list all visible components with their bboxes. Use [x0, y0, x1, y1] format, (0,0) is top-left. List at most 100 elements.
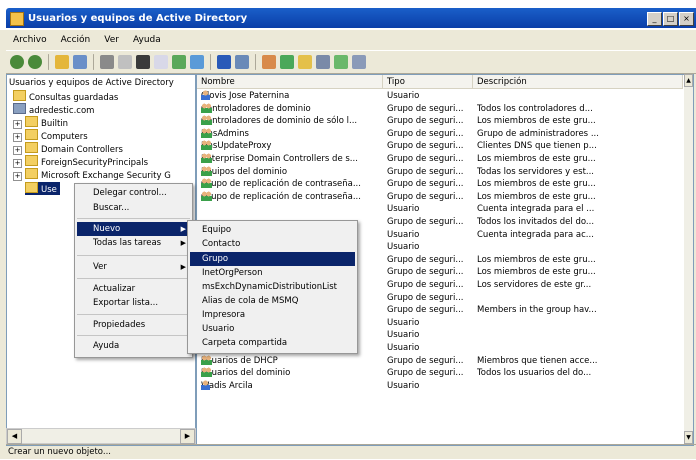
filter-icon[interactable]: [316, 55, 330, 69]
group-icon: [201, 115, 212, 126]
toolbar-separator: [48, 54, 49, 70]
close-icon[interactable]: ×: [679, 12, 694, 26]
submenu-item-shared-folder[interactable]: Carpeta compartida: [202, 336, 287, 350]
list-vertical-scrollbar[interactable]: ▲ ▼: [684, 74, 693, 444]
scroll-up-icon[interactable]: ▲: [684, 74, 693, 87]
tree-item-foreign-security[interactable]: + ForeignSecurityPrincipals: [13, 155, 148, 168]
menu-item-find[interactable]: Buscar...: [93, 201, 129, 215]
table-row[interactable]: Clovis Jose Paternina Usuario: [197, 90, 681, 103]
tree-item-builtin[interactable]: + Builtin: [13, 116, 68, 129]
minimize-icon[interactable]: _: [647, 12, 662, 26]
cell-name: DnsUpdateProxy: [201, 140, 381, 153]
tree-item-domain-controllers[interactable]: + Domain Controllers: [13, 142, 123, 155]
menu-separator: [77, 335, 190, 336]
table-row[interactable]: Usuario Cuenta integrada para el ...: [197, 203, 681, 216]
new-group-icon[interactable]: [280, 55, 294, 69]
tree-item-domain[interactable]: adredestic.com: [13, 103, 94, 116]
menu-item-help[interactable]: Ayuda: [93, 339, 119, 353]
column-header-name[interactable]: Nombre: [197, 75, 383, 89]
column-header-description[interactable]: Descripción: [473, 75, 683, 89]
table-row[interactable]: Usuarios del dominio Grupo de seguri... To…: [197, 367, 681, 380]
menu-item-new[interactable]: Nuevo ▶: [77, 222, 190, 236]
new-ou-icon[interactable]: [298, 55, 312, 69]
menu-ayuda[interactable]: Ayuda: [126, 32, 168, 48]
table-row[interactable]: Grupo de replicación de contraseña... Gru…: [197, 178, 681, 191]
table-row[interactable]: Enterprise Domain Controllers de s... Gru…: [197, 153, 681, 166]
forward-icon[interactable]: [28, 55, 42, 69]
menu-item-properties[interactable]: Propiedades: [93, 318, 145, 332]
tree-horizontal-scrollbar[interactable]: ◀ ▶: [6, 428, 196, 444]
submenu-item-dynamic-distribution-list[interactable]: msExchDynamicDistributionList: [202, 280, 337, 294]
scroll-right-icon[interactable]: ▶: [180, 429, 195, 444]
tree-item-users[interactable]: Use: [25, 182, 60, 195]
cell-type: Grupo de seguri...: [387, 292, 464, 303]
cell-description: Los miembros de este gru...: [477, 191, 596, 202]
expand-icon[interactable]: +: [13, 120, 22, 129]
console-icon[interactable]: [235, 55, 249, 69]
table-row[interactable]: DnsUpdateProxy Grupo de seguri... Clientes…: [197, 140, 681, 153]
cell-type: Grupo de seguri...: [387, 191, 464, 202]
table-row[interactable]: Usuarios de DHCP Grupo de seguri... Miembr…: [197, 354, 681, 368]
submenu-item-user[interactable]: Usuario: [202, 322, 234, 336]
table-row[interactable]: Grupo de replicación de contraseña... Gru…: [197, 190, 681, 204]
group-icon: [201, 153, 212, 163]
tree-item-saved-queries[interactable]: Consultas guardadas: [13, 90, 118, 103]
cell-description: Los miembros de este gru...: [477, 154, 596, 164]
properties-icon[interactable]: [154, 55, 168, 69]
back-icon[interactable]: [10, 55, 24, 69]
expand-icon[interactable]: +: [13, 172, 22, 181]
cell-description: Members in the group hav...: [477, 305, 597, 316]
cell-description: Miembros que tienen acce...: [477, 355, 598, 366]
table-row[interactable]: Controladores de dominio de sólo l... Gru…: [197, 115, 681, 128]
scroll-down-icon[interactable]: ▼: [684, 431, 693, 444]
find-icon[interactable]: [352, 55, 366, 69]
status-bar: Crear un nuevo objeto...: [6, 444, 696, 460]
tree-root[interactable]: Usuarios y equipos de Active Directory: [9, 77, 174, 90]
submenu-item-msmq-alias[interactable]: Alias de cola de MSMQ: [202, 294, 298, 308]
submenu-item-printer[interactable]: Impresora: [202, 308, 245, 322]
submenu-item-computer[interactable]: Equipo: [202, 223, 231, 237]
expand-icon[interactable]: +: [13, 146, 22, 155]
export-icon[interactable]: [190, 55, 204, 69]
cell-description: Los miembros de este gru...: [477, 254, 596, 265]
table-row[interactable]: Equipos del dominio Grupo de seguri... Tod…: [197, 165, 681, 179]
expand-icon[interactable]: +: [13, 159, 22, 168]
menu-item-view[interactable]: Ver ▶: [77, 260, 190, 274]
cell-description: Todos los controladores d...: [477, 103, 593, 114]
table-row[interactable]: Controladores de dominio Grupo de seguri.…: [197, 102, 681, 116]
delete-icon[interactable]: [136, 55, 150, 69]
cell-name: Grupo de replicación de contraseña...: [201, 190, 381, 204]
expand-icon[interactable]: +: [13, 133, 22, 142]
menu-accion[interactable]: Acción: [54, 32, 98, 48]
cell-description: Todas los servidores y est...: [477, 166, 595, 177]
menu-item-delegate[interactable]: Delegar control...: [93, 186, 167, 200]
table-row[interactable]: DnsAdmins Grupo de seguri... Grupo de admi…: [197, 127, 681, 141]
cut-icon[interactable]: [100, 55, 114, 69]
up-folder-icon[interactable]: [55, 55, 69, 69]
cell-type: Usuario: [387, 343, 420, 353]
menu-item-export[interactable]: Exportar lista...: [93, 296, 158, 310]
submenu-item-contact[interactable]: Contacto: [202, 237, 240, 251]
refresh-icon[interactable]: [172, 55, 186, 69]
submenu-item-inetorgperson[interactable]: InetOrgPerson: [202, 266, 262, 280]
show-tree-icon[interactable]: [73, 55, 87, 69]
column-header-type[interactable]: Tipo: [383, 75, 473, 89]
cell-description: Cuenta integrada para ac...: [477, 229, 594, 240]
toolbar-separator: [255, 54, 256, 70]
add-to-group-icon[interactable]: [334, 55, 348, 69]
scroll-left-icon[interactable]: ◀: [7, 429, 22, 444]
menu-item-refresh[interactable]: Actualizar: [93, 282, 135, 296]
tree-item-computers[interactable]: + Computers: [13, 129, 88, 142]
new-user-icon[interactable]: [262, 55, 276, 69]
tree-item-exchange-security[interactable]: + Microsoft Exchange Security G: [13, 168, 171, 181]
submenu-item-group[interactable]: Grupo: [190, 252, 355, 266]
cell-type: Grupo de seguri...: [387, 355, 464, 366]
menu-archivo[interactable]: Archivo: [6, 32, 54, 48]
help-icon[interactable]: [217, 55, 231, 69]
maximize-icon[interactable]: □: [663, 12, 678, 26]
submenu-arrow-icon: ▶: [180, 263, 186, 271]
table-row[interactable]: Wadis Arcila Usuario: [197, 379, 681, 393]
menu-item-all-tasks[interactable]: Todas las tareas ▶: [77, 236, 190, 250]
copy-icon[interactable]: [118, 55, 132, 69]
menu-ver[interactable]: Ver: [97, 32, 126, 48]
